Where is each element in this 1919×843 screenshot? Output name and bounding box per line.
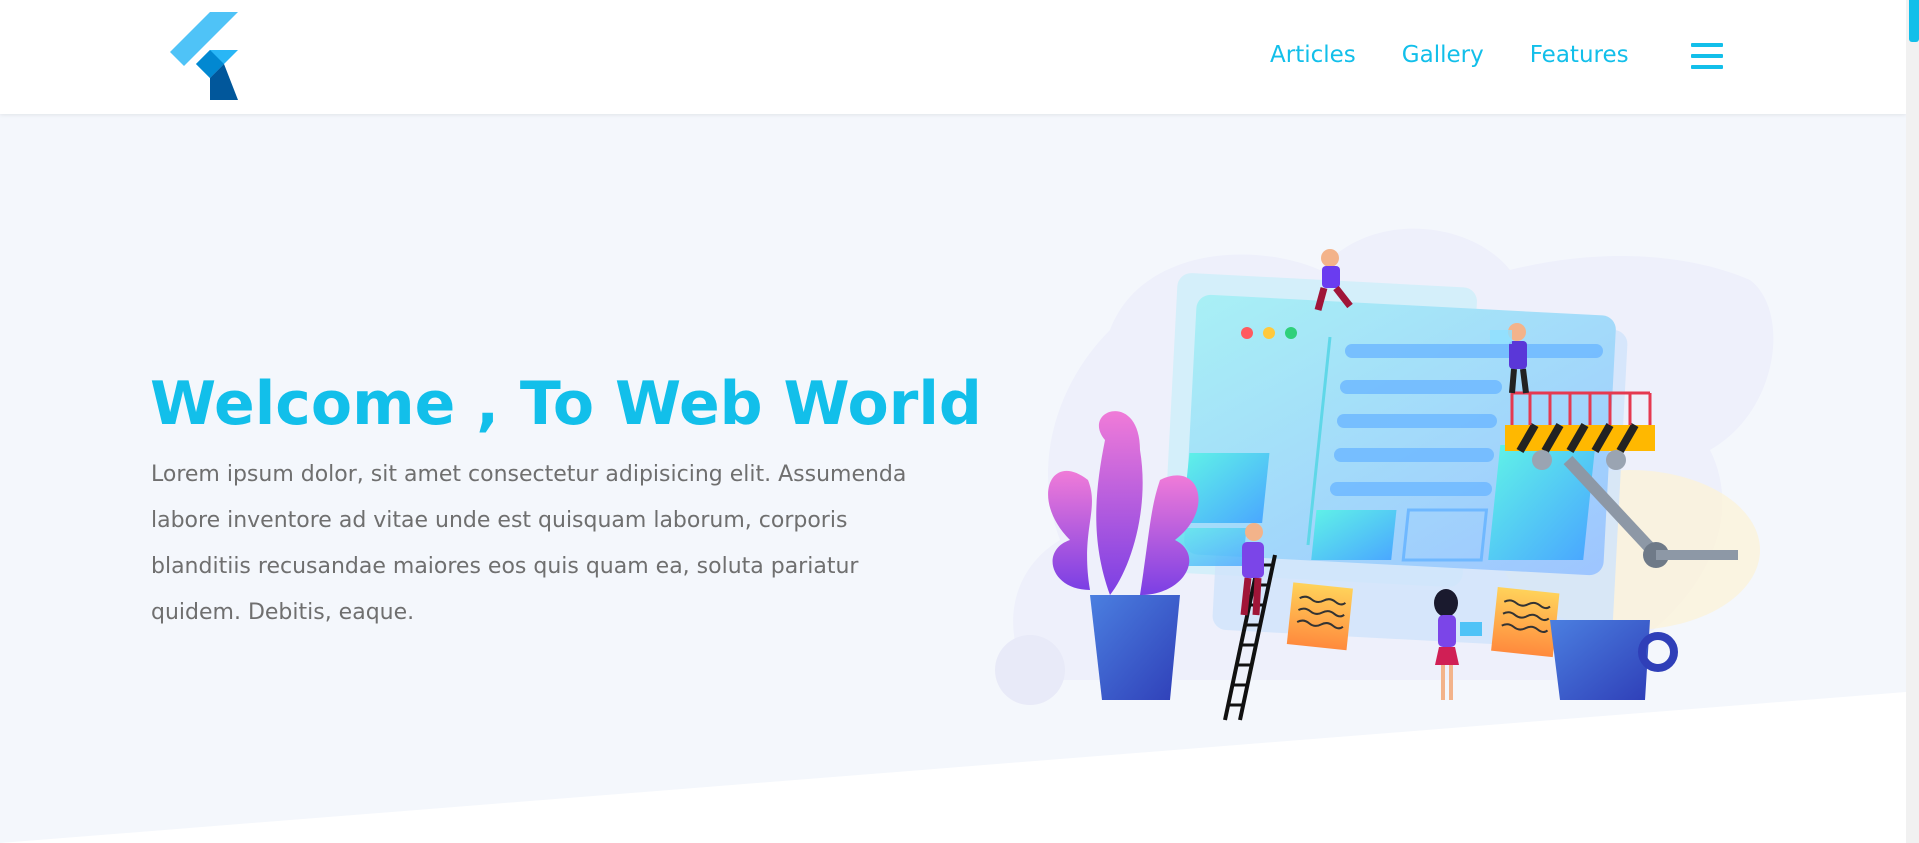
hero-title: Welcome , To Web World <box>150 369 982 439</box>
scrollbar[interactable] <box>1906 0 1919 843</box>
hero-section: Welcome , To Web World Lorem ipsum dolor… <box>0 114 1906 843</box>
nav-link-features[interactable]: Features <box>1530 42 1629 68</box>
web-development-illustration <box>995 228 1774 721</box>
flutter-logo-icon[interactable] <box>166 12 238 100</box>
hero-description: Lorem ipsum dolor, sit amet consectetur … <box>151 462 907 625</box>
scrollbar-thumb[interactable] <box>1909 0 1919 42</box>
hamburger-menu-icon[interactable] <box>1691 43 1723 71</box>
nav-link-gallery[interactable]: Gallery <box>1402 42 1484 68</box>
nav-link-articles[interactable]: Articles <box>1270 42 1356 68</box>
navbar: Articles Gallery Features <box>0 0 1906 114</box>
nav-links: Articles Gallery Features <box>1270 42 1675 68</box>
